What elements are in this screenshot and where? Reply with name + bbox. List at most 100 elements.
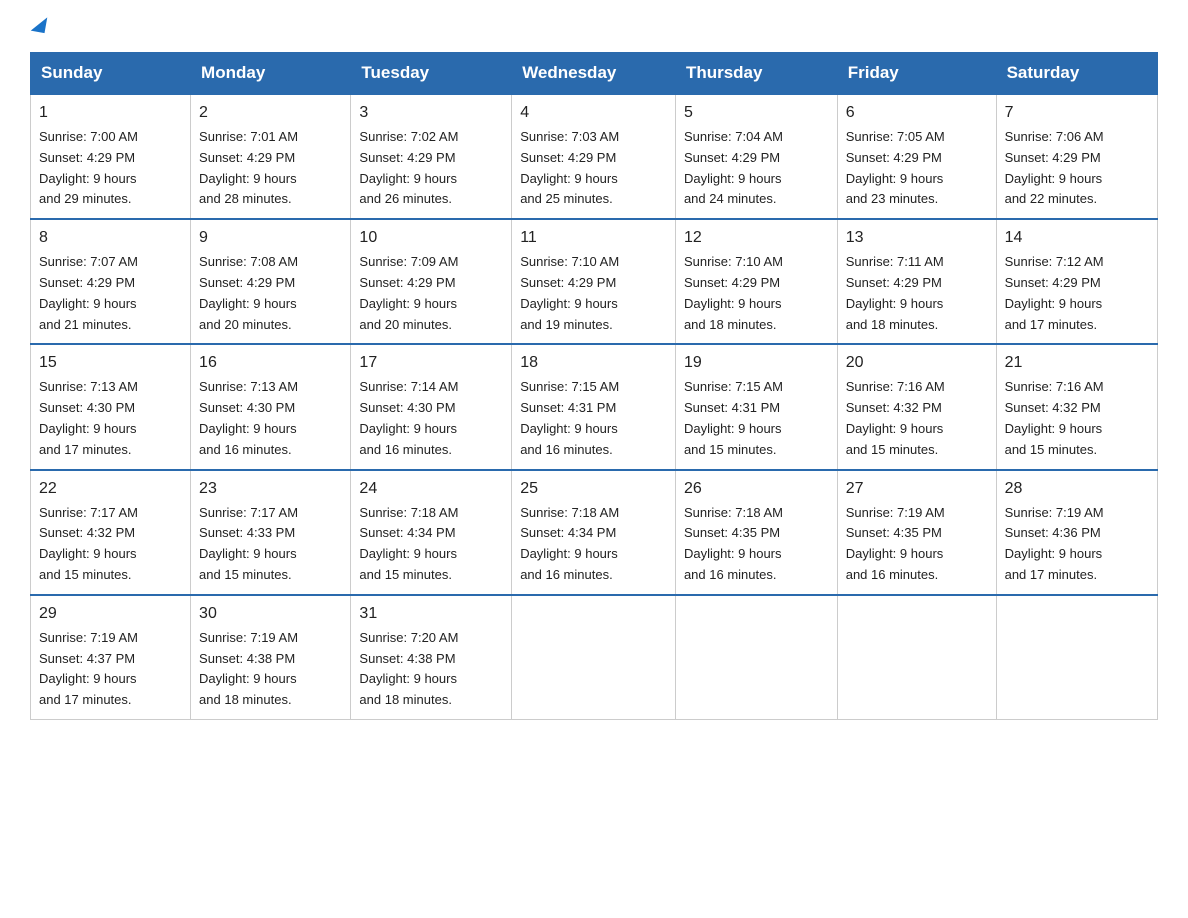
day-number: 14 — [1005, 226, 1149, 250]
day-number: 20 — [846, 351, 988, 375]
calendar-cell: 13 Sunrise: 7:11 AMSunset: 4:29 PMDaylig… — [837, 219, 996, 344]
day-info: Sunrise: 7:19 AMSunset: 4:38 PMDaylight:… — [199, 630, 298, 707]
calendar-week-row: 1 Sunrise: 7:00 AMSunset: 4:29 PMDayligh… — [31, 94, 1158, 219]
page-header — [30, 20, 1158, 36]
day-info: Sunrise: 7:01 AMSunset: 4:29 PMDaylight:… — [199, 129, 298, 206]
day-number: 16 — [199, 351, 342, 375]
calendar-cell: 4 Sunrise: 7:03 AMSunset: 4:29 PMDayligh… — [512, 94, 676, 219]
calendar-cell: 23 Sunrise: 7:17 AMSunset: 4:33 PMDaylig… — [191, 470, 351, 595]
day-header-wednesday: Wednesday — [512, 53, 676, 95]
day-number: 18 — [520, 351, 667, 375]
day-number: 9 — [199, 226, 342, 250]
calendar-cell: 20 Sunrise: 7:16 AMSunset: 4:32 PMDaylig… — [837, 344, 996, 469]
day-number: 29 — [39, 602, 182, 626]
day-info: Sunrise: 7:16 AMSunset: 4:32 PMDaylight:… — [846, 379, 945, 456]
calendar-week-row: 29 Sunrise: 7:19 AMSunset: 4:37 PMDaylig… — [31, 595, 1158, 720]
calendar-cell: 14 Sunrise: 7:12 AMSunset: 4:29 PMDaylig… — [996, 219, 1157, 344]
calendar-cell: 3 Sunrise: 7:02 AMSunset: 4:29 PMDayligh… — [351, 94, 512, 219]
day-number: 11 — [520, 226, 667, 250]
calendar-cell: 26 Sunrise: 7:18 AMSunset: 4:35 PMDaylig… — [675, 470, 837, 595]
calendar-cell: 8 Sunrise: 7:07 AMSunset: 4:29 PMDayligh… — [31, 219, 191, 344]
day-number: 1 — [39, 101, 182, 125]
day-number: 5 — [684, 101, 829, 125]
logo — [30, 20, 46, 36]
calendar-cell: 24 Sunrise: 7:18 AMSunset: 4:34 PMDaylig… — [351, 470, 512, 595]
calendar-cell: 1 Sunrise: 7:00 AMSunset: 4:29 PMDayligh… — [31, 94, 191, 219]
day-info: Sunrise: 7:17 AMSunset: 4:33 PMDaylight:… — [199, 505, 298, 582]
day-number: 30 — [199, 602, 342, 626]
day-header-thursday: Thursday — [675, 53, 837, 95]
day-info: Sunrise: 7:15 AMSunset: 4:31 PMDaylight:… — [520, 379, 619, 456]
day-number: 10 — [359, 226, 503, 250]
day-number: 21 — [1005, 351, 1149, 375]
day-number: 3 — [359, 101, 503, 125]
day-number: 26 — [684, 477, 829, 501]
day-info: Sunrise: 7:18 AMSunset: 4:34 PMDaylight:… — [359, 505, 458, 582]
day-number: 22 — [39, 477, 182, 501]
day-number: 4 — [520, 101, 667, 125]
day-number: 17 — [359, 351, 503, 375]
calendar-cell: 15 Sunrise: 7:13 AMSunset: 4:30 PMDaylig… — [31, 344, 191, 469]
calendar-cell: 25 Sunrise: 7:18 AMSunset: 4:34 PMDaylig… — [512, 470, 676, 595]
day-header-monday: Monday — [191, 53, 351, 95]
calendar-cell: 27 Sunrise: 7:19 AMSunset: 4:35 PMDaylig… — [837, 470, 996, 595]
day-number: 6 — [846, 101, 988, 125]
calendar-cell: 12 Sunrise: 7:10 AMSunset: 4:29 PMDaylig… — [675, 219, 837, 344]
calendar-week-row: 15 Sunrise: 7:13 AMSunset: 4:30 PMDaylig… — [31, 344, 1158, 469]
day-info: Sunrise: 7:07 AMSunset: 4:29 PMDaylight:… — [39, 254, 138, 331]
day-number: 7 — [1005, 101, 1149, 125]
day-number: 27 — [846, 477, 988, 501]
calendar-header: SundayMondayTuesdayWednesdayThursdayFrid… — [31, 53, 1158, 95]
calendar-cell: 21 Sunrise: 7:16 AMSunset: 4:32 PMDaylig… — [996, 344, 1157, 469]
calendar-cell: 9 Sunrise: 7:08 AMSunset: 4:29 PMDayligh… — [191, 219, 351, 344]
calendar-cell: 30 Sunrise: 7:19 AMSunset: 4:38 PMDaylig… — [191, 595, 351, 720]
day-info: Sunrise: 7:11 AMSunset: 4:29 PMDaylight:… — [846, 254, 944, 331]
day-number: 8 — [39, 226, 182, 250]
day-info: Sunrise: 7:19 AMSunset: 4:36 PMDaylight:… — [1005, 505, 1104, 582]
day-info: Sunrise: 7:19 AMSunset: 4:35 PMDaylight:… — [846, 505, 945, 582]
day-info: Sunrise: 7:00 AMSunset: 4:29 PMDaylight:… — [39, 129, 138, 206]
day-header-friday: Friday — [837, 53, 996, 95]
day-info: Sunrise: 7:20 AMSunset: 4:38 PMDaylight:… — [359, 630, 458, 707]
calendar-cell: 10 Sunrise: 7:09 AMSunset: 4:29 PMDaylig… — [351, 219, 512, 344]
calendar-cell — [512, 595, 676, 720]
day-number: 15 — [39, 351, 182, 375]
calendar-cell: 29 Sunrise: 7:19 AMSunset: 4:37 PMDaylig… — [31, 595, 191, 720]
day-number: 13 — [846, 226, 988, 250]
day-info: Sunrise: 7:04 AMSunset: 4:29 PMDaylight:… — [684, 129, 783, 206]
calendar-body: 1 Sunrise: 7:00 AMSunset: 4:29 PMDayligh… — [31, 94, 1158, 719]
day-info: Sunrise: 7:18 AMSunset: 4:34 PMDaylight:… — [520, 505, 619, 582]
calendar-cell: 11 Sunrise: 7:10 AMSunset: 4:29 PMDaylig… — [512, 219, 676, 344]
calendar-cell: 22 Sunrise: 7:17 AMSunset: 4:32 PMDaylig… — [31, 470, 191, 595]
day-number: 25 — [520, 477, 667, 501]
day-header-tuesday: Tuesday — [351, 53, 512, 95]
day-info: Sunrise: 7:15 AMSunset: 4:31 PMDaylight:… — [684, 379, 783, 456]
calendar-cell — [996, 595, 1157, 720]
day-info: Sunrise: 7:17 AMSunset: 4:32 PMDaylight:… — [39, 505, 138, 582]
day-info: Sunrise: 7:10 AMSunset: 4:29 PMDaylight:… — [684, 254, 783, 331]
calendar-cell — [837, 595, 996, 720]
calendar-week-row: 8 Sunrise: 7:07 AMSunset: 4:29 PMDayligh… — [31, 219, 1158, 344]
day-info: Sunrise: 7:19 AMSunset: 4:37 PMDaylight:… — [39, 630, 138, 707]
day-info: Sunrise: 7:09 AMSunset: 4:29 PMDaylight:… — [359, 254, 458, 331]
day-info: Sunrise: 7:16 AMSunset: 4:32 PMDaylight:… — [1005, 379, 1104, 456]
day-info: Sunrise: 7:10 AMSunset: 4:29 PMDaylight:… — [520, 254, 619, 331]
calendar-cell: 19 Sunrise: 7:15 AMSunset: 4:31 PMDaylig… — [675, 344, 837, 469]
day-number: 28 — [1005, 477, 1149, 501]
calendar-cell: 16 Sunrise: 7:13 AMSunset: 4:30 PMDaylig… — [191, 344, 351, 469]
calendar-week-row: 22 Sunrise: 7:17 AMSunset: 4:32 PMDaylig… — [31, 470, 1158, 595]
logo-triangle-icon — [31, 15, 48, 33]
day-number: 23 — [199, 477, 342, 501]
day-info: Sunrise: 7:12 AMSunset: 4:29 PMDaylight:… — [1005, 254, 1104, 331]
day-info: Sunrise: 7:06 AMSunset: 4:29 PMDaylight:… — [1005, 129, 1104, 206]
day-info: Sunrise: 7:08 AMSunset: 4:29 PMDaylight:… — [199, 254, 298, 331]
calendar-cell: 28 Sunrise: 7:19 AMSunset: 4:36 PMDaylig… — [996, 470, 1157, 595]
day-header-sunday: Sunday — [31, 53, 191, 95]
calendar-cell: 7 Sunrise: 7:06 AMSunset: 4:29 PMDayligh… — [996, 94, 1157, 219]
calendar-cell: 6 Sunrise: 7:05 AMSunset: 4:29 PMDayligh… — [837, 94, 996, 219]
day-info: Sunrise: 7:05 AMSunset: 4:29 PMDaylight:… — [846, 129, 945, 206]
day-info: Sunrise: 7:02 AMSunset: 4:29 PMDaylight:… — [359, 129, 458, 206]
day-info: Sunrise: 7:13 AMSunset: 4:30 PMDaylight:… — [199, 379, 298, 456]
day-number: 19 — [684, 351, 829, 375]
day-info: Sunrise: 7:18 AMSunset: 4:35 PMDaylight:… — [684, 505, 783, 582]
